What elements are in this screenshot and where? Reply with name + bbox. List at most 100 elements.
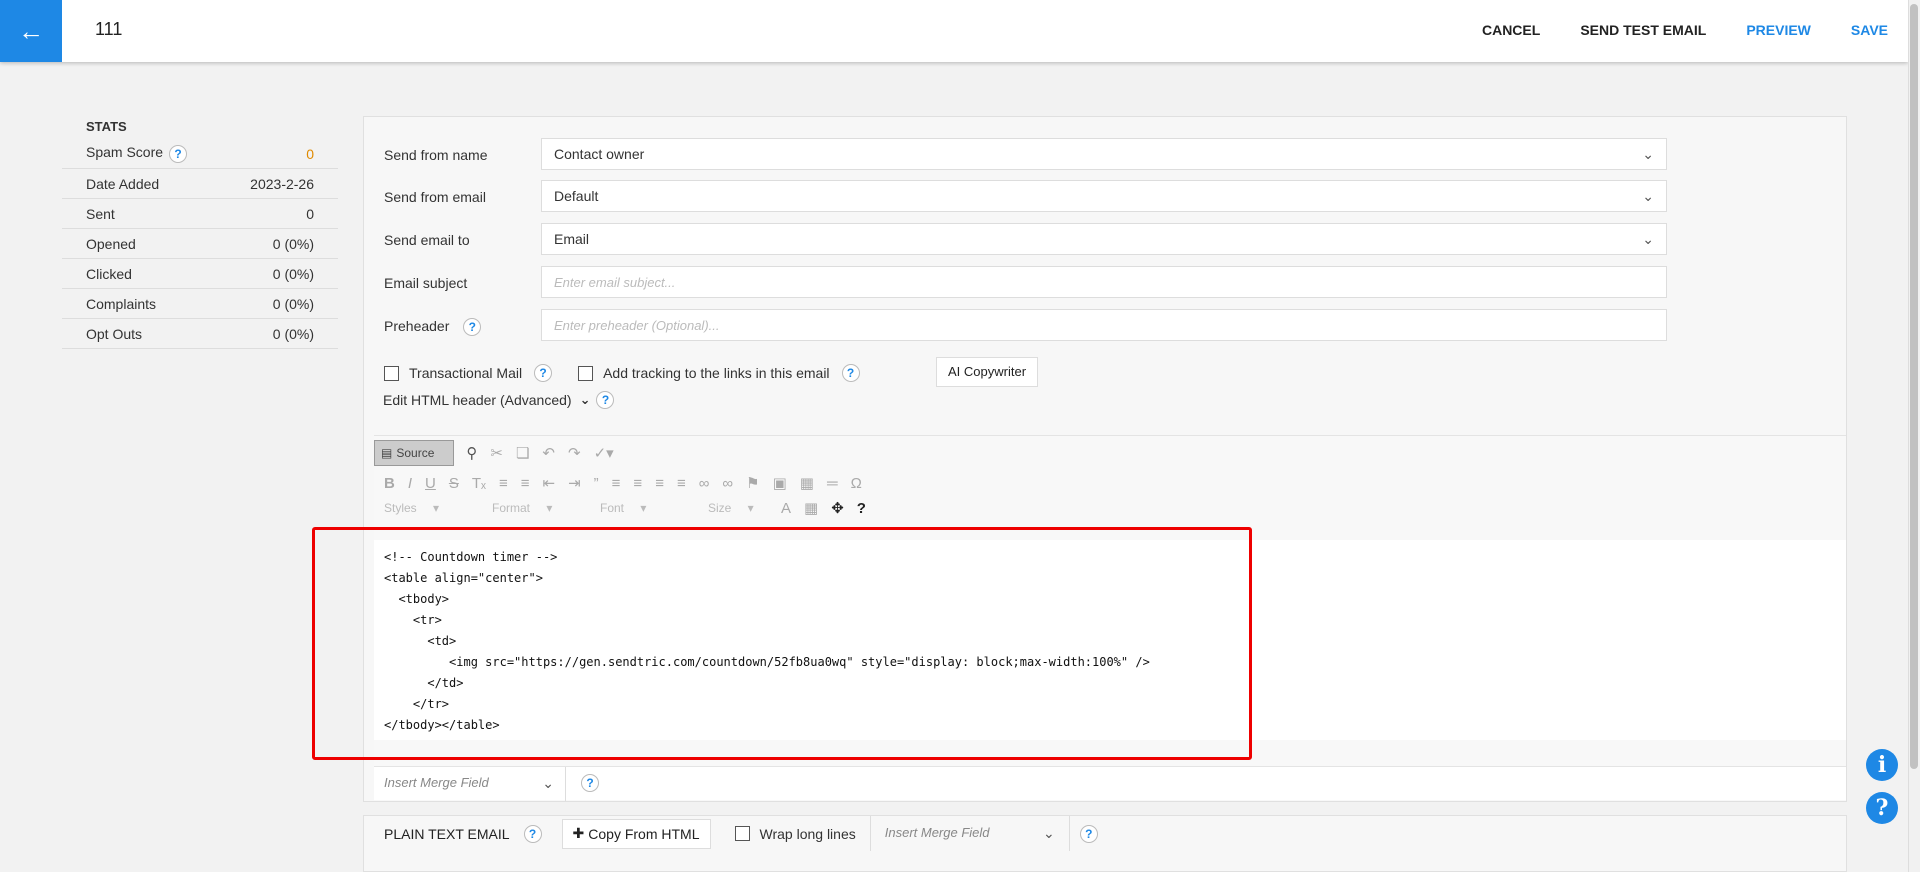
html-header-label: Edit HTML header (Advanced) [383,392,572,408]
strikethrough-icon[interactable]: S [449,475,459,492]
align-left-icon[interactable]: ≡ [612,475,621,492]
send-test-email-button[interactable]: SEND TEST EMAIL [1580,22,1706,38]
send-from-name-label: Send from name [384,147,488,163]
code-line: <!-- Countdown timer --> [384,550,558,564]
send-email-to-value: Email [554,231,590,247]
link-icon[interactable]: ∞ [699,475,710,492]
help-fab-icon[interactable]: ? [1866,792,1898,824]
header-actions: CANCEL SEND TEST EMAIL PREVIEW SAVE [1442,22,1888,38]
help-icon[interactable]: ? [841,364,860,382]
help-icon[interactable]: ? [1079,824,1098,843]
styles-combo[interactable]: Styles ▾ [384,501,479,515]
preheader-label-group: Preheader ? [384,318,482,337]
stats-panel: STATS Spam Score? 0 Date Added 2023-2-26… [62,115,338,349]
format-label: Format [492,501,531,515]
special-char-icon[interactable]: Ω [851,475,862,492]
copy-from-html-label: Copy From HTML [588,825,700,842]
align-center-icon[interactable]: ≡ [633,475,642,492]
chevron-down-icon: ⌄ [1642,187,1654,204]
size-combo[interactable]: Size ▾ [708,501,768,515]
anchor-flag-icon[interactable]: ⚑ [746,474,759,492]
send-email-to-label: Send email to [384,232,470,248]
help-icon[interactable]: ? [857,500,866,517]
cancel-button[interactable]: CANCEL [1482,22,1540,38]
send-from-name-select[interactable]: Contact owner ⌄ [541,138,1667,170]
copy-icon[interactable]: ❏ [516,444,529,462]
stat-value: 0 (0%) [272,265,314,282]
plain-insert-merge-field-select[interactable]: Insert Merge Field ⌄ [885,825,1055,842]
find-icon[interactable]: ⚲ [466,444,477,462]
help-icon[interactable]: ? [596,391,615,409]
source-code-area[interactable]: <!-- Countdown timer --> <table align="c… [374,540,1846,740]
stat-row-date-added: Date Added 2023-2-26 [62,169,338,199]
divider [565,767,566,801]
unlink-icon[interactable]: ∞ [722,475,733,492]
indent-icon[interactable]: ⇥ [568,474,581,492]
stat-label: Sent [86,205,115,222]
horizontal-line-icon[interactable]: ═ [827,475,838,492]
justify-icon[interactable]: ≡ [677,475,686,492]
send-from-email-value: Default [554,188,599,204]
align-right-icon[interactable]: ≡ [655,475,664,492]
help-icon[interactable]: ? [523,824,542,843]
send-from-email-label: Send from email [384,189,486,205]
tracking-checkbox[interactable] [578,365,594,381]
stat-row-sent: Sent 0 [62,199,338,229]
stat-value: 0 (0%) [272,295,314,312]
blockquote-icon[interactable]: ” [594,475,599,492]
text-color-icon[interactable]: A [781,500,791,517]
underline-icon[interactable]: U [425,475,436,492]
help-icon[interactable]: ? [581,774,599,792]
font-combo[interactable]: Font ▾ [600,501,695,515]
outdent-icon[interactable]: ⇤ [543,474,556,492]
stat-value: 0 (0%) [272,325,314,342]
italic-icon[interactable]: I [408,475,412,492]
toolbar-row-2: B I U S Tₓ ≡ ≡ ⇤ ⇥ ” ≡ ≡ ≡ ≡ ∞ ∞ ⚑ ▣ ▦ ═… [384,471,875,495]
wrap-lines-checkbox[interactable] [734,826,750,841]
back-arrow-icon[interactable]: ← [0,0,62,62]
preheader-placeholder: Enter preheader (Optional)... [554,317,720,333]
ai-copywriter-button[interactable]: AI Copywriter [936,357,1039,387]
stat-row-spam-score: Spam Score? 0 [62,139,338,169]
save-button[interactable]: SAVE [1851,22,1888,38]
plain-text-title: PLAIN TEXT EMAIL [384,825,510,842]
merge-field-placeholder: Insert Merge Field [884,825,990,840]
page-scrollbar[interactable] [1908,0,1920,872]
help-icon[interactable]: ? [463,318,482,337]
preheader-input[interactable]: Enter preheader (Optional)... [541,309,1667,341]
bulleted-list-icon[interactable]: ≡ [521,475,530,492]
preview-button[interactable]: PREVIEW [1746,22,1811,38]
scrollbar-thumb[interactable] [1910,4,1918,769]
merge-field-placeholder: Insert Merge Field [384,775,489,790]
undo-icon[interactable]: ↶ [542,444,555,462]
numbered-list-icon[interactable]: ≡ [499,475,508,492]
remove-format-icon[interactable]: Tₓ [472,475,486,492]
send-from-email-select[interactable]: Default ⌄ [541,180,1667,212]
transactional-checkbox[interactable] [384,365,399,381]
spellcheck-icon[interactable]: ✓▾ [594,444,614,462]
bg-color-icon[interactable]: ▦ [804,499,818,517]
source-button[interactable]: ▤ Source [374,440,455,466]
table-icon[interactable]: ▦ [800,474,814,492]
merge-field-bar: Insert Merge Field ⌄ ? [374,766,1846,801]
code-line: <table align="center"> [384,571,543,585]
help-icon[interactable]: ? [534,364,553,382]
maximize-icon[interactable]: ✥ [831,499,844,517]
preheader-label: Preheader [384,318,450,334]
bold-icon[interactable]: B [384,475,395,492]
format-combo[interactable]: Format ▾ [492,501,587,515]
insert-merge-field-select[interactable]: Insert Merge Field ⌄ [384,775,554,792]
divider [869,816,871,851]
send-email-to-select[interactable]: Email ⌄ [541,223,1667,255]
copy-from-html-button[interactable]: ✚ Copy From HTML [561,818,711,849]
image-icon[interactable]: ▣ [773,474,787,492]
cut-icon[interactable]: ✂ [490,444,503,462]
wrap-lines-label: Wrap long lines [759,825,856,842]
info-icon[interactable]: i [1866,749,1898,781]
help-icon[interactable]: ? [169,144,188,163]
stat-row-opened: Opened 0 (0%) [62,229,338,259]
stat-row-clicked: Clicked 0 (0%) [62,259,338,289]
email-subject-input[interactable]: Enter email subject... [541,266,1667,298]
redo-icon[interactable]: ↷ [568,444,581,462]
html-header-toggle[interactable]: Edit HTML header (Advanced) ⌄ ? [383,391,615,409]
